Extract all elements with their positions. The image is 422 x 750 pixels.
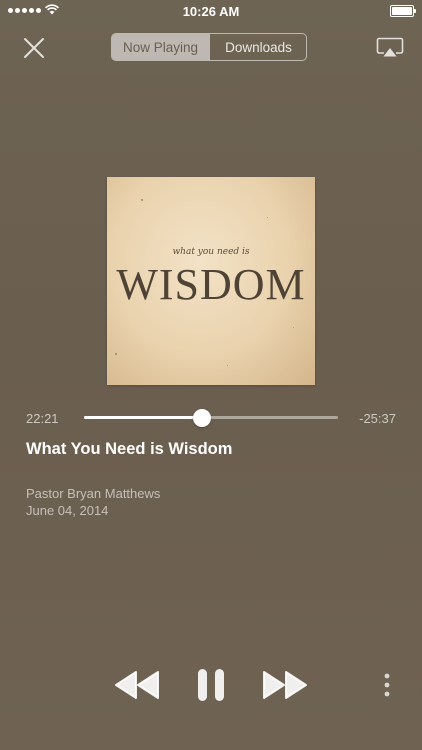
status-bar: 10:26 AM (0, 0, 422, 22)
view-segmented-control: Now Playing Downloads (111, 33, 307, 61)
airplay-icon (376, 37, 404, 57)
progress-slider[interactable] (84, 409, 338, 427)
fast-forward-button[interactable] (262, 670, 308, 700)
progress-thumb[interactable] (193, 409, 212, 427)
more-button[interactable] (378, 672, 396, 698)
artwork-title: WISDOM (116, 260, 306, 309)
fast-forward-icon (263, 671, 307, 699)
close-button[interactable] (22, 36, 46, 60)
tab-now-playing[interactable]: Now Playing (112, 34, 209, 60)
rewind-icon (115, 671, 159, 699)
artwork-subtitle: what you need is (172, 247, 250, 257)
battery-icon (390, 5, 416, 17)
progress-fill (84, 416, 203, 419)
speaker-name: Pastor Bryan Matthews (26, 486, 161, 501)
track-title: What You Need is Wisdom (26, 440, 233, 458)
pause-button[interactable] (196, 668, 226, 702)
album-artwork: what you need is WISDOM (107, 177, 315, 385)
airplay-button[interactable] (376, 37, 404, 59)
status-time: 10:26 AM (182, 4, 240, 19)
tab-downloads[interactable]: Downloads (209, 34, 306, 60)
more-icon (384, 673, 390, 697)
pause-icon (198, 669, 224, 701)
remaining-time: -25:37 (359, 411, 396, 426)
track-date: June 04, 2014 (26, 503, 109, 518)
rewind-button[interactable] (114, 670, 160, 700)
elapsed-time: 22:21 (26, 411, 59, 426)
close-icon (24, 38, 44, 58)
